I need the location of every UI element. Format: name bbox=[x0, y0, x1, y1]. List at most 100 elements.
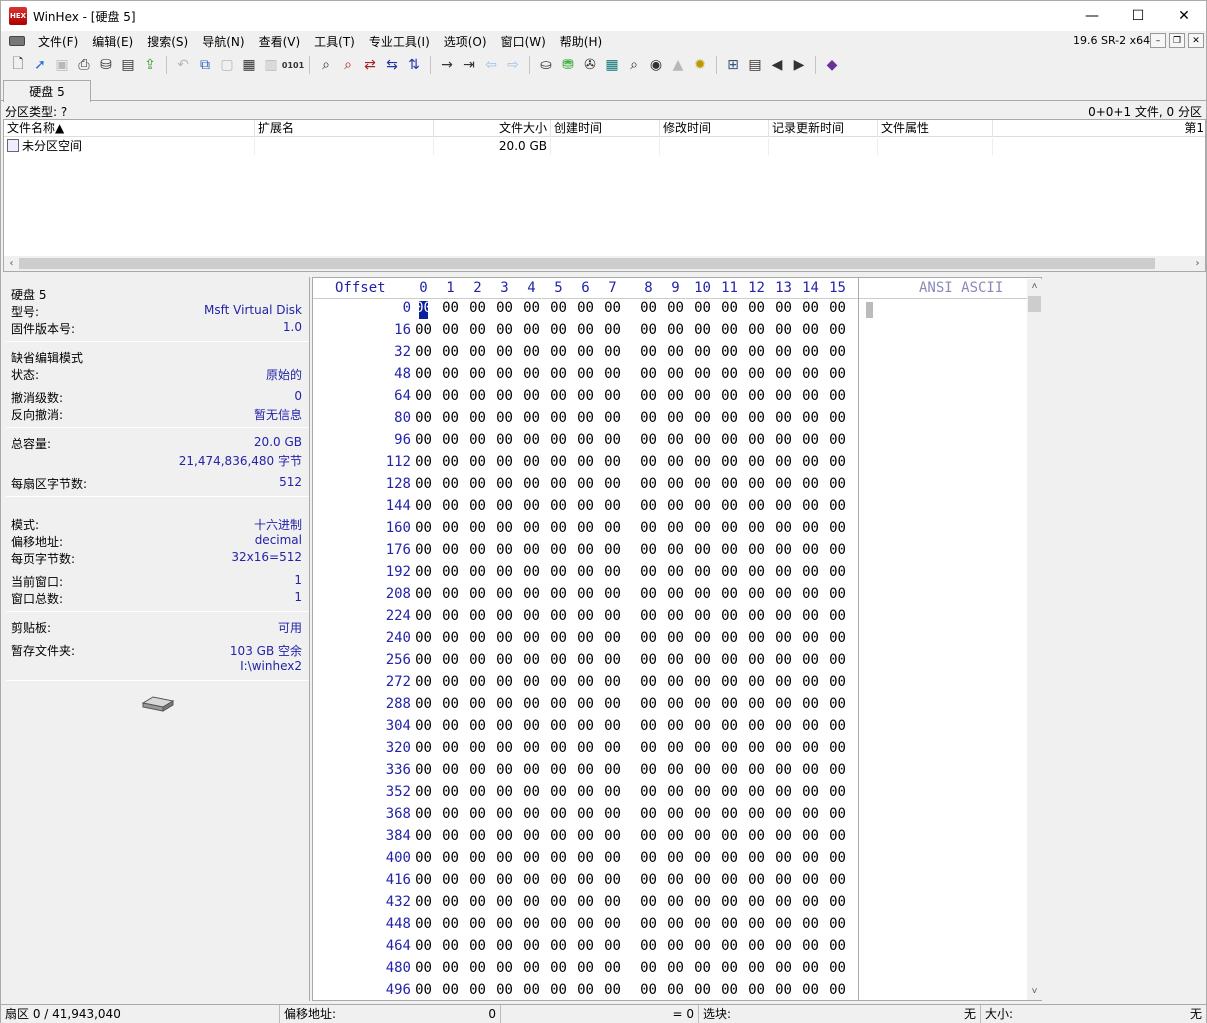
hex-byte[interactable]: 00 bbox=[662, 762, 689, 778]
hex-byte[interactable]: 00 bbox=[770, 344, 797, 360]
hex-byte[interactable]: 00 bbox=[410, 696, 437, 712]
hex-byte[interactable]: 00 bbox=[689, 498, 716, 514]
hex-byte[interactable]: 00 bbox=[662, 916, 689, 932]
hex-byte[interactable]: 00 bbox=[689, 322, 716, 338]
hex-byte[interactable]: 00 bbox=[824, 410, 851, 426]
hex-byte[interactable]: 00 bbox=[635, 652, 662, 668]
hex-byte[interactable]: 00 bbox=[770, 762, 797, 778]
hex-byte[interactable]: 00 bbox=[599, 630, 626, 646]
offset-mode-value[interactable]: decimal bbox=[255, 533, 302, 547]
hex-byte[interactable]: 00 bbox=[635, 938, 662, 954]
open-file-icon[interactable]: ➚ bbox=[29, 54, 51, 76]
hex-byte[interactable]: 00 bbox=[464, 410, 491, 426]
disk-tools-icon[interactable]: ✇ bbox=[579, 54, 601, 76]
hex-byte[interactable]: 00 bbox=[437, 630, 464, 646]
hex-byte[interactable]: 00 bbox=[743, 388, 770, 404]
hex-byte[interactable]: 00 bbox=[689, 806, 716, 822]
hex-byte[interactable]: 00 bbox=[491, 850, 518, 866]
hex-byte[interactable]: 00 bbox=[572, 740, 599, 756]
hex-byte[interactable]: 00 bbox=[716, 762, 743, 778]
status-sector[interactable]: 扇区 0 / 41,943,040 bbox=[1, 1005, 280, 1023]
hex-byte[interactable]: 00 bbox=[599, 674, 626, 690]
vertical-scrollbar[interactable]: ˄ ˅ bbox=[1027, 279, 1042, 1000]
calculator-icon[interactable]: ▦ bbox=[601, 54, 623, 76]
hex-byte[interactable]: 00 bbox=[662, 740, 689, 756]
hex-byte[interactable]: 00 bbox=[770, 366, 797, 382]
hex-byte[interactable]: 00 bbox=[689, 388, 716, 404]
hex-byte[interactable]: 00 bbox=[410, 850, 437, 866]
find-hex-value-icon[interactable]: ⇅ bbox=[403, 54, 425, 76]
hex-byte[interactable]: 00 bbox=[797, 938, 824, 954]
row-offset[interactable]: 240 bbox=[313, 630, 411, 646]
hex-byte[interactable]: 00 bbox=[824, 806, 851, 822]
hex-byte[interactable]: 00 bbox=[518, 652, 545, 668]
hex-byte[interactable]: 00 bbox=[437, 498, 464, 514]
hex-byte[interactable]: 00 bbox=[797, 916, 824, 932]
column-created[interactable]: 创建时间 bbox=[551, 120, 660, 137]
hex-byte[interactable]: 00 bbox=[518, 806, 545, 822]
hex-byte[interactable]: 00 bbox=[824, 674, 851, 690]
hex-byte[interactable]: 00 bbox=[545, 740, 572, 756]
paste-icon[interactable]: ▦ bbox=[238, 54, 260, 76]
hex-byte[interactable]: 00 bbox=[410, 872, 437, 888]
hex-byte[interactable]: 00 bbox=[437, 432, 464, 448]
hex-byte[interactable]: 00 bbox=[716, 982, 743, 998]
hex-byte[interactable]: 00 bbox=[689, 344, 716, 360]
hex-byte[interactable]: 00 bbox=[437, 762, 464, 778]
hex-byte[interactable]: 00 bbox=[572, 894, 599, 910]
hex-byte[interactable]: 00 bbox=[572, 938, 599, 954]
hex-byte[interactable]: 00 bbox=[410, 344, 437, 360]
hex-byte[interactable]: 00 bbox=[572, 586, 599, 602]
hex-byte[interactable]: 00 bbox=[491, 432, 518, 448]
hex-byte[interactable]: 00 bbox=[437, 828, 464, 844]
hex-byte[interactable]: 00 bbox=[545, 586, 572, 602]
hex-byte[interactable]: 00 bbox=[743, 938, 770, 954]
hex-byte[interactable]: 00 bbox=[743, 564, 770, 580]
hex-byte[interactable]: 00 bbox=[491, 344, 518, 360]
menu-specialist-tools[interactable]: 专业工具(I) bbox=[362, 33, 437, 50]
hex-byte[interactable]: 00 bbox=[770, 454, 797, 470]
hex-byte[interactable]: 00 bbox=[518, 894, 545, 910]
back-icon[interactable]: ⇦ bbox=[480, 54, 502, 76]
scroll-right-icon[interactable]: › bbox=[1190, 256, 1205, 271]
hex-byte[interactable]: 00 bbox=[464, 938, 491, 954]
hex-byte[interactable]: 00 bbox=[662, 696, 689, 712]
hex-byte[interactable]: 00 bbox=[599, 322, 626, 338]
hex-byte[interactable]: 00 bbox=[464, 872, 491, 888]
hex-byte[interactable]: 00 bbox=[572, 432, 599, 448]
export-icon[interactable]: ⇪ bbox=[139, 54, 161, 76]
hex-byte[interactable]: 00 bbox=[770, 300, 797, 316]
hex-byte[interactable]: 00 bbox=[689, 916, 716, 932]
hex-byte[interactable]: 00 bbox=[410, 388, 437, 404]
hex-byte[interactable]: 00 bbox=[743, 432, 770, 448]
hex-byte[interactable]: 00 bbox=[716, 564, 743, 580]
replace-hex-icon[interactable]: ⇆ bbox=[381, 54, 403, 76]
settings-icon[interactable]: ✹ bbox=[689, 54, 711, 76]
hex-byte[interactable]: 00 bbox=[437, 454, 464, 470]
hex-byte[interactable]: 00 bbox=[743, 762, 770, 778]
hex-byte[interactable]: 00 bbox=[410, 498, 437, 514]
horizontal-scrollbar[interactable]: ‹ › bbox=[4, 256, 1205, 271]
hex-byte[interactable]: 00 bbox=[716, 476, 743, 492]
hex-byte[interactable]: 00 bbox=[635, 322, 662, 338]
hex-byte[interactable]: 00 bbox=[797, 784, 824, 800]
hex-byte[interactable]: 00 bbox=[635, 366, 662, 382]
hex-byte[interactable]: 00 bbox=[716, 432, 743, 448]
hex-byte[interactable]: 00 bbox=[491, 498, 518, 514]
hex-byte[interactable]: 00 bbox=[572, 696, 599, 712]
hex-byte[interactable]: 00 bbox=[410, 652, 437, 668]
column-modified[interactable]: 修改时间 bbox=[660, 120, 769, 137]
hex-byte[interactable]: 00 bbox=[599, 850, 626, 866]
hex-byte[interactable]: 00 bbox=[743, 520, 770, 536]
menu-options[interactable]: 选项(O) bbox=[437, 33, 494, 50]
hex-byte[interactable]: 00 bbox=[635, 982, 662, 998]
hex-byte[interactable]: 00 bbox=[689, 740, 716, 756]
hex-byte[interactable]: 00 bbox=[518, 498, 545, 514]
hex-byte[interactable]: 00 bbox=[518, 630, 545, 646]
hex-byte[interactable]: 00 bbox=[824, 850, 851, 866]
hex-byte[interactable]: 00 bbox=[437, 784, 464, 800]
hex-byte[interactable]: 00 bbox=[545, 652, 572, 668]
cut-icon[interactable]: ▢ bbox=[216, 54, 238, 76]
help-book-icon[interactable]: ◆ bbox=[821, 54, 843, 76]
hex-byte[interactable]: 00 bbox=[464, 894, 491, 910]
